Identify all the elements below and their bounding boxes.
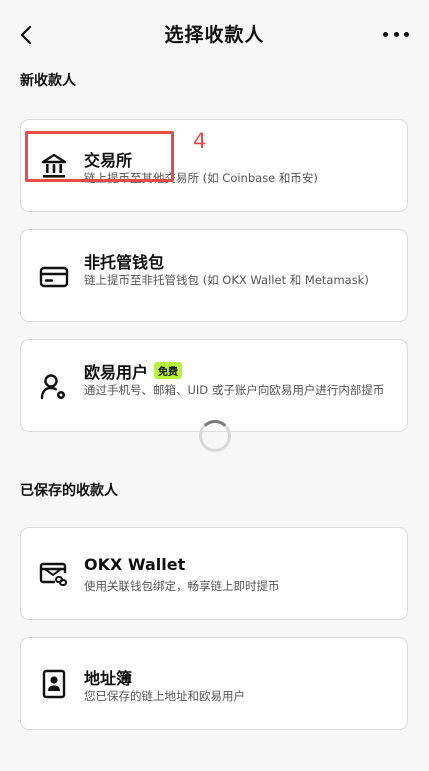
section-label-new: 新收款人 (20, 73, 76, 89)
payee-description: 通过手机号、邮箱、UID 或子账户向欧易用户进行内部提币 (84, 383, 385, 397)
top-bar: 选择收款人 (0, 0, 429, 70)
card-icon (39, 262, 69, 292)
payee-description: 您已保存的链上地址和欧易用户 (84, 689, 245, 703)
more-button[interactable] (383, 27, 409, 41)
section-label-saved: 已保存的收款人 (20, 483, 118, 499)
free-badge: 免费 (154, 362, 183, 379)
payee-title-row: 欧易用户 免费 (84, 359, 183, 383)
payee-card-okx-user[interactable]: 欧易用户 免费 通过手机号、邮箱、UID 或子账户向欧易用户进行内部提币 (20, 339, 408, 432)
page-title: 选择收款人 (164, 24, 265, 46)
address-book-icon (39, 669, 69, 699)
payee-title: OKX Wallet (84, 555, 186, 574)
payee-card-okx-wallet[interactable]: OKX Wallet 使用关联钱包绑定，畅享链上即时提币 (20, 527, 408, 620)
payee-description: 链上提币至非托管钱包 (如 OKX Wallet 和 Metamask) (84, 273, 369, 287)
payee-title: 地址簿 (84, 669, 133, 688)
payee-title: 欧易用户 (84, 363, 149, 382)
payee-card-address-book[interactable]: 地址簿 您已保存的链上地址和欧易用户 (20, 637, 408, 730)
payee-description: 使用关联钱包绑定，畅享链上即时提币 (84, 579, 280, 593)
annotation-number: 4 (193, 129, 207, 153)
payee-title: 非托管钱包 (84, 253, 165, 272)
wallet-link-icon (39, 559, 69, 589)
more-horizontal-icon (383, 31, 388, 37)
annotation-highlight-box (25, 131, 174, 182)
spinner-icon (199, 420, 231, 452)
user-settings-icon (39, 372, 69, 402)
payee-card-wallet[interactable]: 非托管钱包 链上提币至非托管钱包 (如 OKX Wallet 和 Metamas… (20, 229, 408, 322)
